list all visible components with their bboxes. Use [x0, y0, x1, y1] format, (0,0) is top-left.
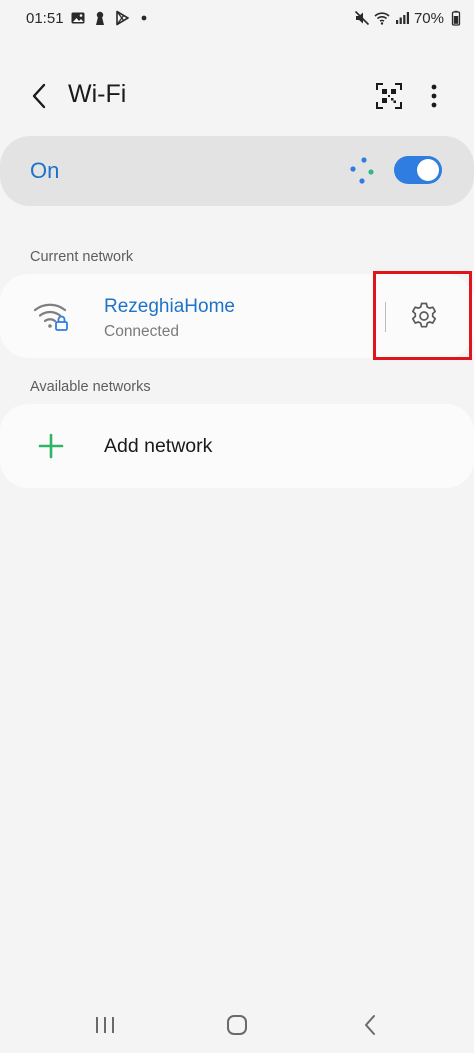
more-options-button[interactable] [416, 78, 452, 114]
status-right: 70% [354, 10, 464, 27]
play-store-icon [114, 10, 130, 26]
home-button[interactable] [217, 1010, 257, 1040]
home-icon [227, 1015, 247, 1035]
nav-back-icon [365, 1015, 375, 1035]
notification-dot-icon [136, 10, 152, 26]
back-arrow-icon [32, 83, 46, 109]
navigation-bar [0, 1000, 474, 1050]
nav-back-button[interactable] [350, 1010, 390, 1040]
switch-knob [417, 159, 439, 181]
gallery-icon [70, 10, 86, 26]
wifi-secured-icon [33, 303, 68, 331]
keyhole-icon [92, 10, 108, 26]
available-networks-header: Available networks [30, 379, 151, 395]
status-time: 01:51 [26, 9, 64, 27]
wifi-toggle-label: On [30, 158, 60, 183]
add-network-label: Add network [104, 435, 213, 457]
add-network-button[interactable]: Add network [0, 404, 474, 488]
wifi-switch[interactable] [394, 156, 442, 184]
battery-icon [448, 10, 464, 26]
mute-icon [354, 10, 370, 26]
network-name: RezeghiaHome [104, 296, 235, 317]
recent-apps-button[interactable] [85, 1010, 125, 1040]
status-bar: 01:51 70% [0, 0, 474, 36]
status-left: 01:51 [26, 10, 152, 27]
page-title: Wi-Fi [68, 80, 127, 108]
qr-code-icon [376, 83, 402, 109]
battery-percent: 70% [413, 9, 444, 27]
wifi-status-icon [374, 10, 390, 26]
wifi-scan-icon [350, 157, 374, 184]
app-bar: Wi-Fi [0, 68, 474, 124]
network-status: Connected [104, 323, 179, 340]
qr-code-button[interactable] [371, 78, 407, 114]
current-network-header: Current network [30, 249, 134, 265]
recent-apps-icon [96, 1017, 114, 1033]
more-vert-icon [431, 84, 437, 108]
back-button[interactable] [22, 78, 58, 114]
signal-icon [394, 10, 410, 26]
plus-icon [38, 433, 64, 459]
highlight-box [373, 271, 472, 360]
